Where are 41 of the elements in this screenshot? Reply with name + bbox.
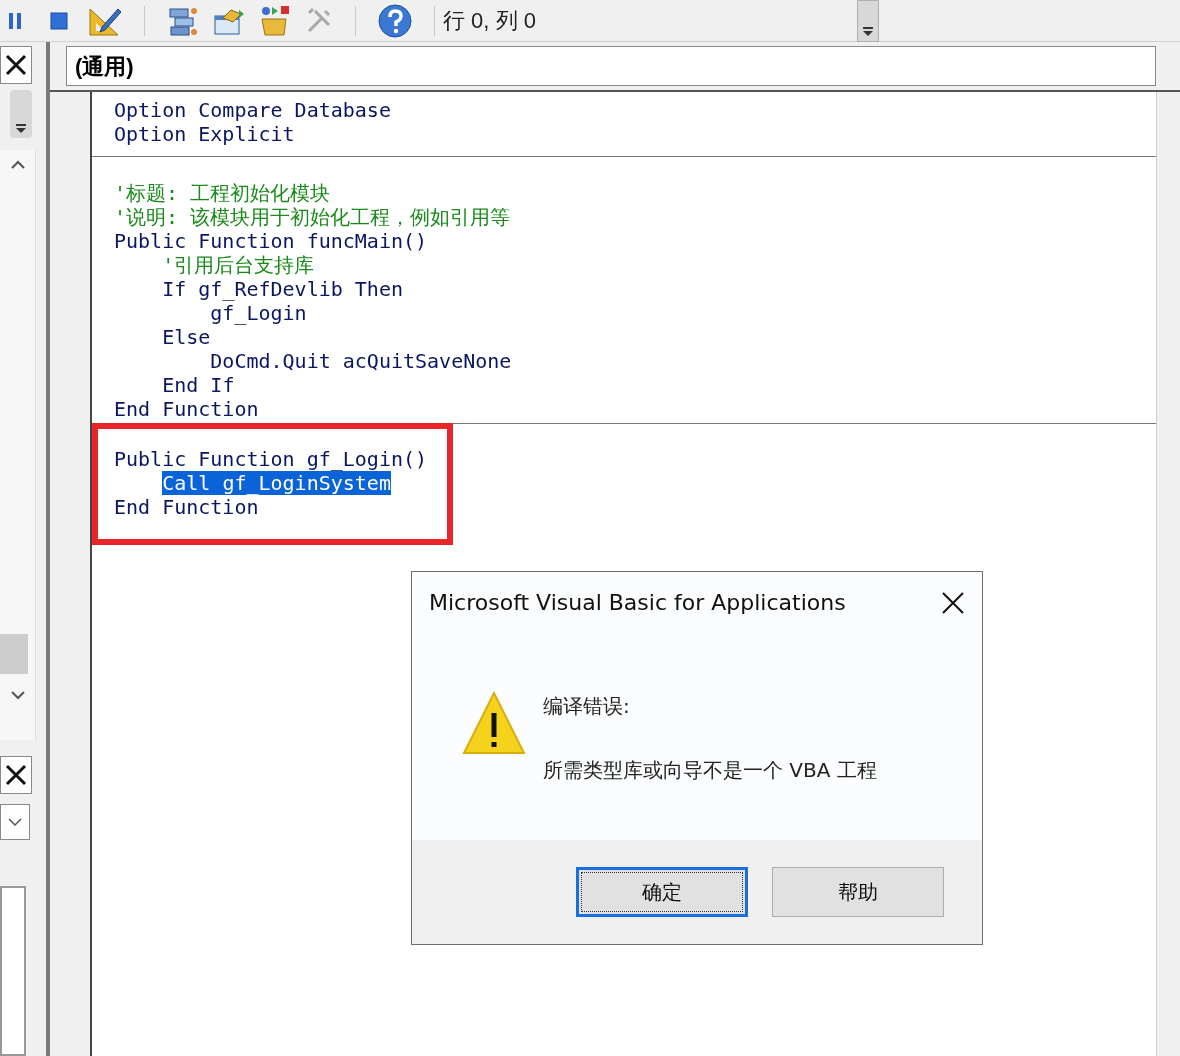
code-line: gf_Login (209, 301, 308, 325)
code-line: End If (161, 373, 236, 397)
code-line: End Function (114, 495, 260, 519)
code-line: Else (161, 325, 212, 349)
close-icon[interactable] (941, 590, 965, 615)
code-comment: '说明: 该模块用于初始化工程，例如引用等 (114, 205, 512, 229)
code-line: If gf_RefDevlib Then (161, 277, 404, 301)
code-line: Option Explicit (114, 122, 296, 146)
code-line: End Function (114, 397, 260, 421)
scroll-up-icon[interactable] (10, 160, 25, 170)
dropdown-icon (862, 26, 874, 37)
error-heading: 编译错误: (543, 693, 631, 720)
pause-icon[interactable] (8, 10, 24, 31)
dialog-button[interactable]: 帮助 (772, 867, 944, 917)
warning-icon (462, 691, 526, 755)
cursor-position: 行 0, 列 0 (443, 7, 537, 35)
code-line: Option Compare Database (114, 98, 392, 122)
code-line: Public Function gf_Login() (114, 447, 428, 471)
stop-icon[interactable] (50, 11, 68, 30)
dropdown-button[interactable] (10, 90, 32, 138)
object-browser-icon[interactable] (259, 4, 291, 37)
close-icon (5, 54, 27, 76)
error-message: 所需类型库或向导不是一个 VBA 工程 (543, 757, 877, 784)
code-line: DoCmd.Quit acQuitSaveNone (209, 349, 513, 373)
dialog-title: Microsoft Visual Basic for Applications (429, 589, 846, 617)
help-icon[interactable] (378, 3, 412, 38)
list-box[interactable] (0, 886, 26, 1056)
code-comment: '标题: 工程初始化模块 (114, 181, 332, 205)
scrollbar[interactable] (0, 150, 36, 740)
toolbar-options-button[interactable] (857, 0, 879, 42)
close-button[interactable] (0, 756, 32, 794)
dropdown-icon (15, 124, 27, 134)
code-comment: '引用后台支持库 (161, 253, 316, 277)
object-combo[interactable]: (通用) (66, 46, 1156, 86)
code-line: Public Function funcMain() (114, 229, 429, 253)
dialog-button[interactable]: 确定 (576, 867, 748, 917)
close-button[interactable] (0, 46, 32, 84)
scroll-down-icon[interactable] (10, 690, 25, 700)
scrollbar-thumb[interactable] (0, 634, 28, 674)
close-icon (5, 764, 27, 786)
chevron-down-icon (8, 818, 22, 826)
